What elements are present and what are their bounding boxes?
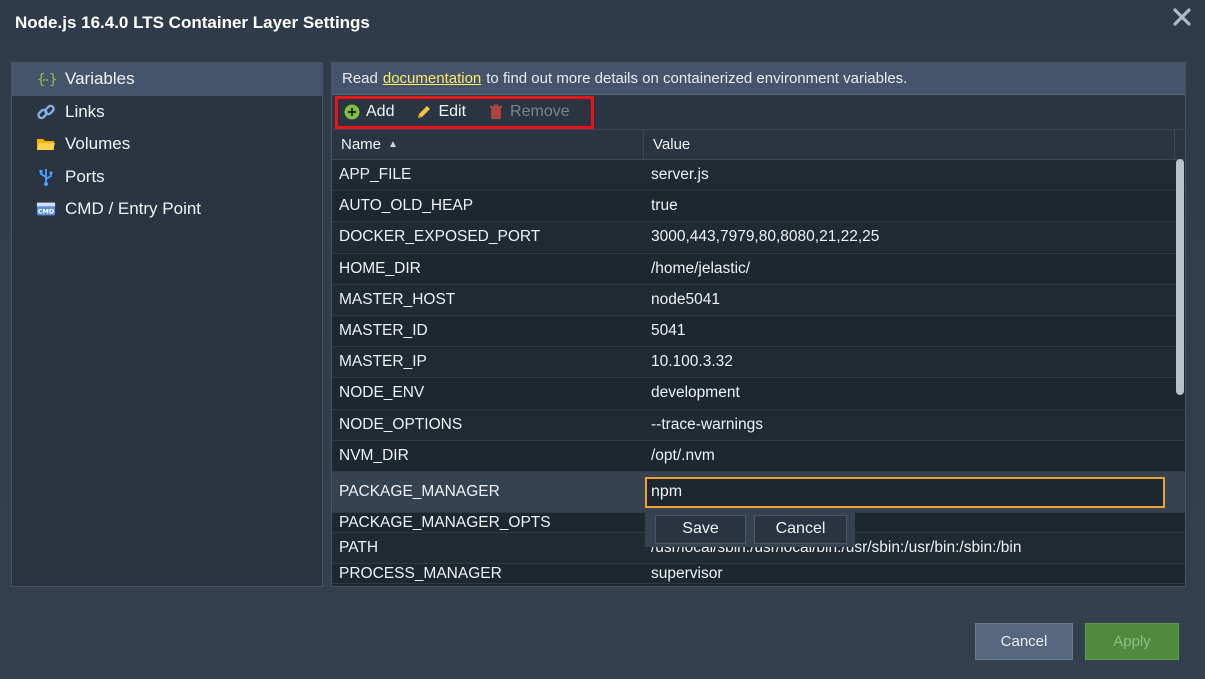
variable-name: MASTER_ID [339,322,428,340]
column-header-name[interactable]: Name ▲ [332,130,644,159]
info-suffix: to find out more details on containerize… [486,70,908,87]
sidebar-item-cmd[interactable]: CMD CMD / Entry Point [12,193,322,226]
sidebar-item-variables[interactable]: {} Variables [12,63,322,96]
table-row[interactable]: NVM_DIR/opt/.nvm [332,441,1185,472]
toolbar-highlight-box [335,96,594,129]
value-edit-input[interactable]: npm [645,476,1165,508]
table-row[interactable]: DOCKER_EXPOSED_PORT 3000,443,7979,80,8080… [332,222,1185,254]
sidebar-item-ports[interactable]: Ports [12,161,322,194]
variable-name: DOCKER_EXPOSED_PORT [339,228,541,246]
variable-value: 5041 [651,322,686,340]
cancel-edit-button[interactable]: Cancel [754,514,847,544]
variables-table: APP_FILE server.js AUTO_OLD_HEAP true DOCK… [332,160,1185,585]
dialog-cancel-button[interactable]: Cancel [975,623,1073,660]
svg-text:CMD: CMD [38,209,54,216]
table-row[interactable]: HOME_DIR/home/jelastic/ [332,254,1185,285]
variable-name: NVM_DIR [339,446,409,464]
sort-ascending-icon: ▲ [388,139,398,150]
table-row[interactable]: NODE_ENV development [332,378,1185,410]
variable-name: AUTO_OLD_HEAP [339,197,474,215]
vertical-scrollbar[interactable] [1176,159,1184,395]
info-bar: Read documentation to find out more deta… [332,63,1185,95]
toolbar: Add Edit Remove [332,95,1185,129]
variable-value: /opt/.nvm [651,446,715,464]
table-row[interactable]: MASTER_IP 10.100.3.32 [332,347,1185,379]
save-button[interactable]: Save [655,514,747,544]
variable-name: PROCESS_MANAGER [339,564,502,582]
usb-icon [36,167,56,187]
sidebar-item-label: Ports [65,166,105,186]
edit-actions: Save Cancel [645,511,855,547]
variable-value: 3000,443,7979,80,8080,21,22,25 [651,228,880,246]
table-row[interactable]: NODE_OPTIONS --trace-warnings [332,409,1185,441]
table-row-editing[interactable]: PACKAGE_MANAGER npm [332,471,1185,513]
variable-value: /home/jelastic/ [651,259,751,277]
info-prefix: Read [342,70,378,87]
cmd-icon: CMD [36,199,56,219]
variable-name: NODE_ENV [339,384,425,402]
documentation-link[interactable]: documentation [383,70,481,87]
variable-value: node5041 [651,290,720,308]
variable-value: development [651,384,740,402]
variable-name: PATH [339,538,379,556]
sidebar-item-volumes[interactable]: Volumes [12,128,322,161]
folder-icon [36,134,56,154]
table-row[interactable]: MASTER_ID 5041 [332,316,1185,348]
variable-name: HOME_DIR [339,259,421,277]
settings-dialog: Node.js 16.4.0 LTS Container Layer Setti… [0,0,1205,679]
link-icon [36,102,56,122]
sidebar-item-label: Links [65,101,105,121]
sidebar: {} Variables Links Volumes Ports CMD [11,62,323,587]
variable-name: APP_FILE [339,166,412,184]
variable-value: true [651,197,678,215]
table-row[interactable]: PROCESS_MANAGER supervisor [332,564,1185,585]
variable-value: server.js [651,166,709,184]
variable-value: 10.100.3.32 [651,353,733,371]
variables-panel: Read documentation to find out more deta… [331,62,1186,587]
braces-icon: {} [36,69,56,89]
sidebar-item-label: Volumes [65,134,131,154]
variable-name: MASTER_HOST [339,290,456,308]
table-row[interactable]: APP_FILE server.js [332,160,1185,192]
sidebar-item-links[interactable]: Links [12,96,322,129]
variable-name: PACKAGE_MANAGER [339,482,500,500]
table-header: Name ▲ Value [332,129,1185,160]
table-row[interactable]: AUTO_OLD_HEAP true [332,191,1185,223]
svg-text:}: } [49,72,56,88]
column-header-value[interactable]: Value [644,130,1175,159]
variable-name: MASTER_IP [339,353,427,371]
close-icon[interactable] [1171,6,1193,28]
sidebar-item-label: CMD / Entry Point [65,199,202,219]
variable-value: supervisor [651,564,723,582]
variable-name: NODE_OPTIONS [339,415,463,433]
sidebar-item-label: Variables [65,69,135,89]
variable-value: --trace-warnings [651,415,763,433]
dialog-title: Node.js 16.4.0 LTS Container Layer Setti… [15,13,370,32]
table-row[interactable]: MASTER_HOST node5041 [332,284,1185,316]
variable-name: PACKAGE_MANAGER_OPTS [339,513,551,531]
apply-button[interactable]: Apply [1085,623,1179,660]
